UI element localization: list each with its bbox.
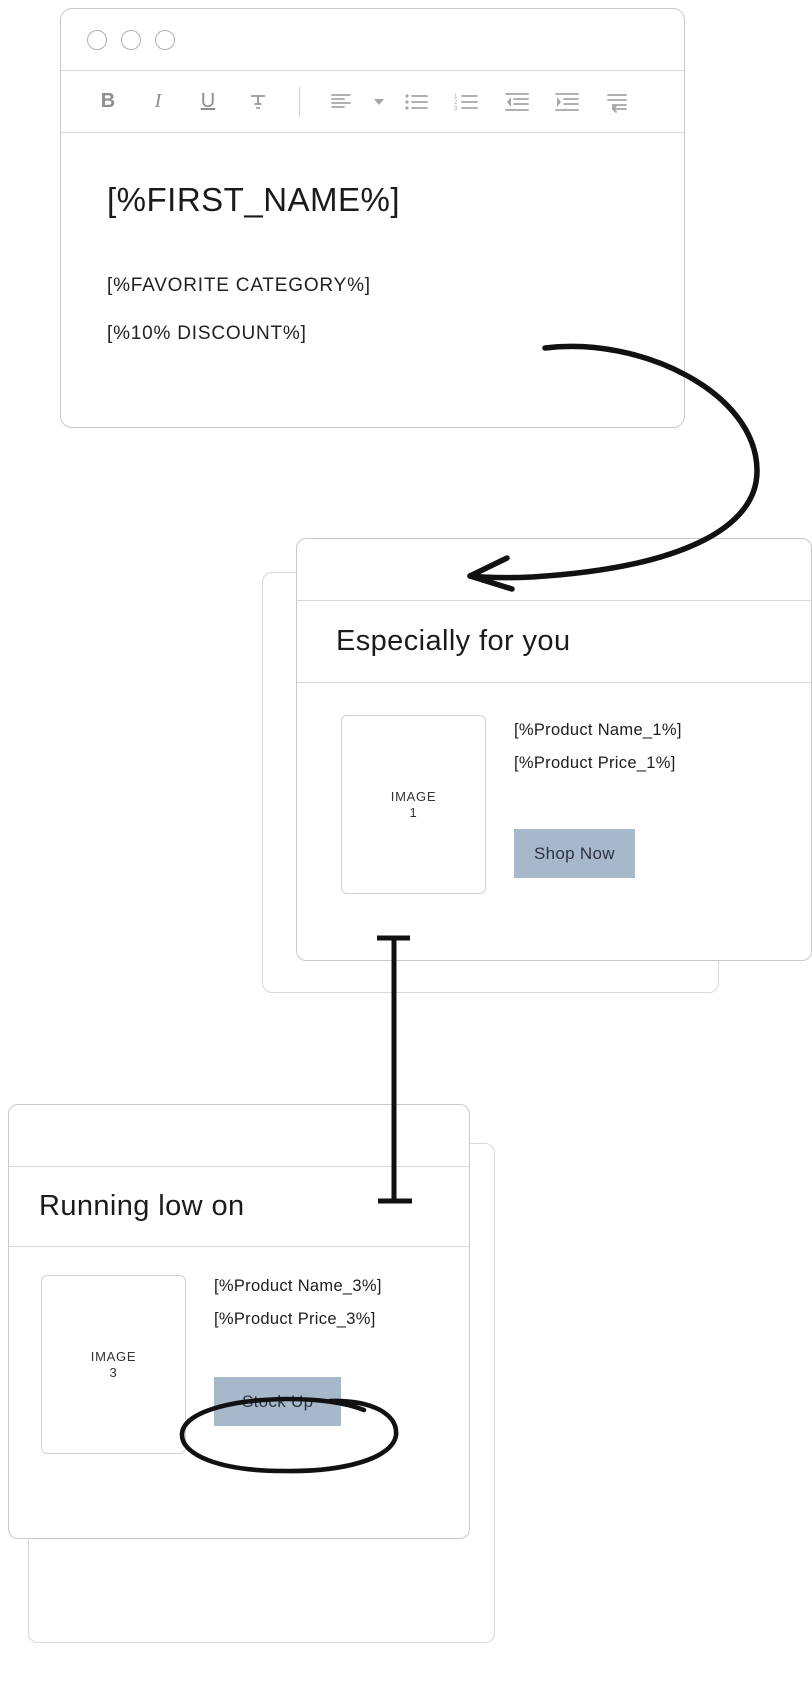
editor-document-body[interactable]: [%FIRST_NAME%] [%FAVORITE CATEGORY%] [%1… [61, 133, 684, 345]
toolbar-divider [299, 86, 300, 117]
email-card-running-low-on: Running low on IMAGE 3 [%Product Name_3%… [8, 1104, 470, 1539]
product-image-placeholder: IMAGE 1 [341, 715, 486, 894]
bold-glyph: B [100, 90, 116, 112]
product-info: [%Product Name_1%] [%Product Price_1%] S… [514, 715, 682, 894]
card-topbar [297, 539, 811, 601]
strikethrough-icon[interactable] [233, 82, 283, 122]
doc-line-favorite-category: [%FAVORITE CATEGORY%] [107, 275, 371, 296]
product-price: [%Product Price_3%] [214, 1310, 376, 1328]
decrease-indent-icon[interactable] [492, 82, 542, 122]
doc-heading: [%FIRST_NAME%] [107, 181, 401, 218]
card-title-row: Especially for you [297, 601, 811, 683]
page-title: Running low on [39, 1190, 245, 1222]
numbered-list-icon[interactable]: 123 [442, 82, 492, 122]
diagram-canvas: B I U 1 2 3 [%FIRST_NAME%] [%FAVORITE CA… [0, 0, 812, 1686]
stock-up-button[interactable]: Stock Up [214, 1377, 342, 1426]
product-name: [%Product Name_3%] [214, 1277, 382, 1295]
page-title: Especially for you [336, 625, 571, 657]
editor-toolbar: B I U 1 2 3 [61, 71, 684, 133]
chevron-down-icon[interactable] [366, 82, 392, 122]
product-image-placeholder: IMAGE 3 [41, 1275, 186, 1454]
underline-glyph: U [200, 90, 216, 112]
image-label-line2: 3 [109, 1365, 118, 1380]
bold-icon[interactable]: B [83, 82, 133, 122]
product-info: [%Product Name_3%] [%Product Price_3%] S… [214, 1275, 382, 1454]
italic-icon[interactable]: I [133, 82, 183, 122]
image-label-line2: 1 [409, 805, 418, 820]
email-editor-window: B I U 1 2 3 [%FIRST_NAME%] [%FAVORITE CA… [60, 8, 685, 428]
clear-formatting-icon[interactable] [592, 82, 642, 122]
editor-titlebar [61, 9, 684, 71]
product-name: [%Product Name_1%] [514, 721, 682, 739]
bulleted-list-icon[interactable] [392, 82, 442, 122]
minimize-dot-icon[interactable] [121, 29, 141, 50]
product-price: [%Product Price_1%] [514, 754, 676, 772]
increase-indent-icon[interactable] [542, 82, 592, 122]
maximize-dot-icon[interactable] [155, 29, 175, 50]
close-dot-icon[interactable] [87, 29, 107, 50]
email-card-especially-for-you: Especially for you IMAGE 1 [%Product Nam… [296, 538, 812, 961]
image-label-line1: IMAGE [390, 789, 437, 804]
underline-icon[interactable]: U [183, 82, 233, 122]
card-title-row: Running low on [9, 1167, 469, 1247]
image-label-line1: IMAGE [90, 1349, 137, 1364]
doc-line-discount: [%10% DISCOUNT%] [107, 323, 307, 344]
shop-now-button[interactable]: Shop Now [514, 829, 635, 878]
product-row: IMAGE 3 [%Product Name_3%] [%Product Pri… [9, 1247, 469, 1454]
svg-text:3: 3 [454, 106, 458, 112]
card-topbar [9, 1105, 469, 1167]
product-row: IMAGE 1 [%Product Name_1%] [%Product Pri… [297, 683, 811, 894]
align-left-icon[interactable] [316, 82, 366, 122]
italic-glyph: I [154, 90, 162, 112]
